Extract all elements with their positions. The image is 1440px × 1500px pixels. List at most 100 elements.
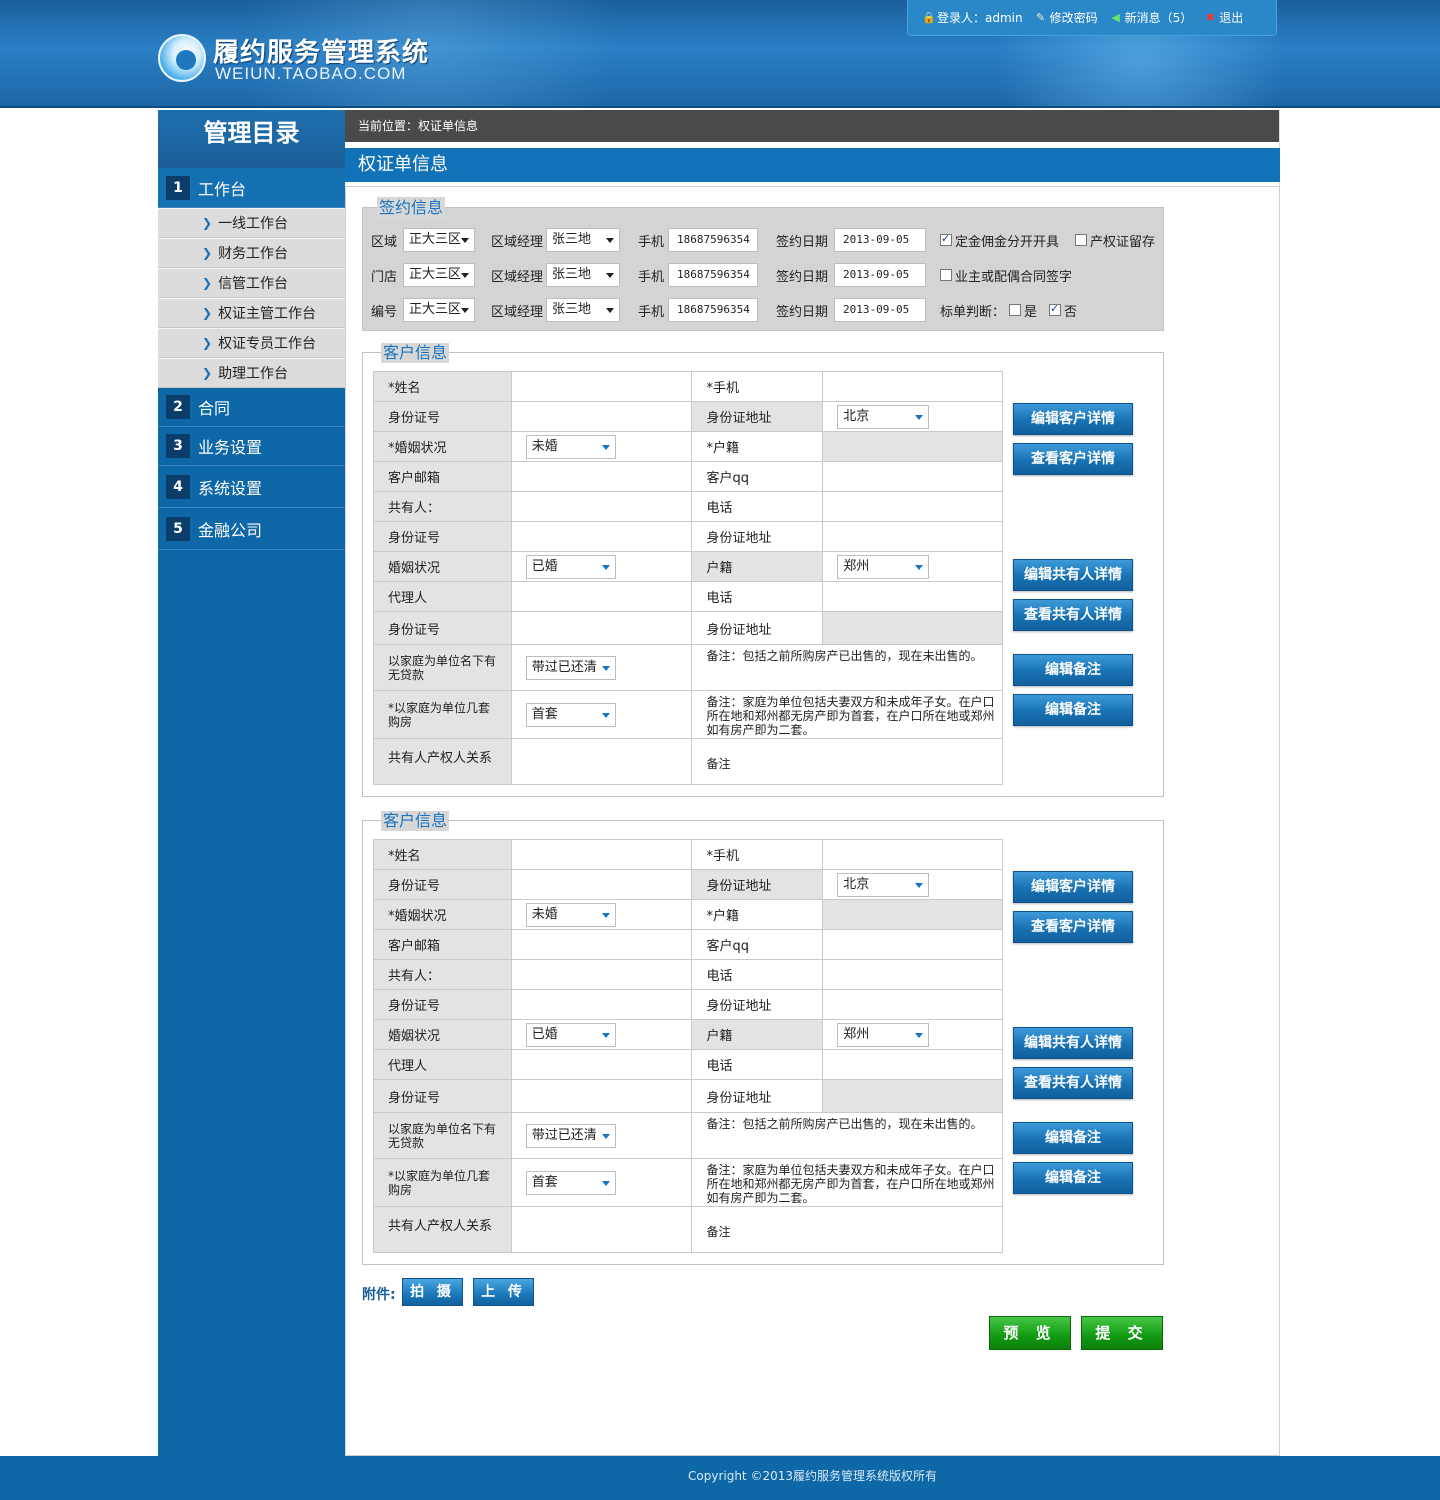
- mobile-input[interactable]: [822, 839, 1003, 870]
- qq-input[interactable]: [822, 461, 1003, 492]
- view-customer-button[interactable]: 查看客户详情: [1013, 911, 1133, 943]
- relation-input[interactable]: [510, 738, 693, 785]
- coowner-input[interactable]: [510, 491, 693, 522]
- bid-yes-checkbox[interactable]: [1009, 304, 1022, 316]
- coowner-id-input[interactable]: [510, 521, 693, 552]
- section-label: 工作台: [198, 179, 247, 199]
- bid-no-checkbox[interactable]: [1049, 302, 1062, 316]
- sign-date-input[interactable]: 2013-09-05: [834, 263, 926, 287]
- chevron-right-icon: ❯: [202, 366, 213, 380]
- house-select[interactable]: 首套: [525, 702, 616, 727]
- agent-id-input[interactable]: [510, 1079, 693, 1113]
- agent-id-address-input[interactable]: [822, 1079, 1003, 1113]
- shoot-button[interactable]: 拍 摄: [402, 1278, 463, 1306]
- coowner-id-input[interactable]: [510, 989, 693, 1020]
- certificate-checkbox[interactable]: [1075, 234, 1088, 246]
- phone-input[interactable]: 18687596354: [668, 228, 758, 252]
- edit-customer-button[interactable]: 编辑客户详情: [1013, 871, 1133, 903]
- agent-phone-input[interactable]: [822, 581, 1003, 612]
- sidebar-item-assistant[interactable]: ❯ 助理工作台: [158, 358, 345, 388]
- sidebar-item-frontline[interactable]: ❯ 一线工作台: [158, 208, 345, 238]
- sidebar-section-workbench[interactable]: 1 工作台: [158, 168, 345, 208]
- deposit-checkbox[interactable]: [940, 232, 952, 246]
- email-input[interactable]: [510, 929, 693, 960]
- name-input[interactable]: [510, 839, 693, 870]
- coowner-input[interactable]: [510, 959, 693, 990]
- agent-input[interactable]: [510, 581, 693, 612]
- house-select[interactable]: 首套: [525, 1170, 616, 1195]
- phone-input[interactable]: 18687596354: [668, 263, 758, 287]
- submit-button[interactable]: 提 交: [1081, 1316, 1163, 1350]
- id-input[interactable]: [510, 869, 693, 900]
- deposit-option[interactable]: 定金佣金分开开具: [940, 231, 1059, 250]
- region-select[interactable]: 正大三区: [403, 228, 475, 252]
- edit-note-button[interactable]: 编辑备注: [1013, 1162, 1133, 1194]
- manager-select[interactable]: 张三地: [546, 298, 620, 322]
- number-select[interactable]: 正大三区: [403, 298, 475, 322]
- name-input[interactable]: [510, 371, 693, 402]
- new-messages-link[interactable]: ◀ 新消息（5）: [1110, 9, 1192, 26]
- coowner-phone-input[interactable]: [822, 959, 1003, 990]
- bid-no-option[interactable]: 否: [1049, 301, 1077, 320]
- loan-select[interactable]: 带过已还清: [525, 655, 616, 680]
- view-coowner-button[interactable]: 查看共有人详情: [1013, 599, 1133, 631]
- edit-note-button[interactable]: 编辑备注: [1013, 1122, 1133, 1154]
- coowner-hukou-select[interactable]: 郑州: [837, 554, 930, 579]
- view-coowner-button[interactable]: 查看共有人详情: [1013, 1067, 1133, 1099]
- edit-customer-button[interactable]: 编辑客户详情: [1013, 403, 1133, 435]
- coowner-marital-select[interactable]: 已婚: [525, 554, 616, 579]
- edit-icon: ✎: [1036, 10, 1046, 24]
- coowner-hukou-select[interactable]: 郑州: [837, 1022, 930, 1047]
- edit-note-button[interactable]: 编辑备注: [1013, 694, 1133, 726]
- sidebar-section-finance-company[interactable]: 5 金融公司: [158, 508, 345, 550]
- agent-id-input[interactable]: [510, 611, 693, 645]
- relation-note: 备注: [691, 738, 1003, 785]
- logout-link[interactable]: ✖ 退出: [1204, 9, 1244, 26]
- manager-select[interactable]: 张三地: [546, 228, 620, 252]
- edit-coowner-button[interactable]: 编辑共有人详情: [1013, 559, 1133, 591]
- coowner-phone-input[interactable]: [822, 491, 1003, 522]
- hukou-input[interactable]: [822, 431, 1003, 462]
- store-select[interactable]: 正大三区: [403, 263, 475, 287]
- hukou-input[interactable]: [822, 899, 1003, 930]
- coowner-id-address-input[interactable]: [822, 521, 1003, 552]
- owner-sign-checkbox[interactable]: [940, 269, 952, 281]
- id-input[interactable]: [510, 401, 693, 432]
- edit-note-button[interactable]: 编辑备注: [1013, 654, 1133, 686]
- manager-select[interactable]: 张三地: [546, 263, 620, 287]
- coowner-id-address-input[interactable]: [822, 989, 1003, 1020]
- sidebar-item-credit[interactable]: ❯ 信管工作台: [158, 268, 345, 298]
- sidebar-section-system[interactable]: 4 系统设置: [158, 466, 345, 508]
- upload-button[interactable]: 上 传: [473, 1278, 534, 1306]
- email-input[interactable]: [510, 461, 693, 492]
- chevron-down-icon: [461, 308, 469, 313]
- sign-date-input[interactable]: 2013-09-05: [834, 298, 926, 322]
- mobile-input[interactable]: [822, 371, 1003, 402]
- sidebar-section-contract[interactable]: 2 合同: [158, 388, 345, 427]
- edit-coowner-button[interactable]: 编辑共有人详情: [1013, 1027, 1133, 1059]
- sidebar-section-business[interactable]: 3 业务设置: [158, 427, 345, 466]
- sidebar-item-warrant-supervisor[interactable]: ❯ 权证主管工作台: [158, 298, 345, 328]
- owner-sign-option[interactable]: 业主或配偶合同签字: [940, 266, 1072, 285]
- agent-phone-input[interactable]: [822, 1049, 1003, 1080]
- certificate-option[interactable]: 产权证留存: [1075, 231, 1155, 250]
- marital-select[interactable]: 未婚: [525, 902, 616, 927]
- marital-select[interactable]: 未婚: [525, 434, 616, 459]
- loan-select[interactable]: 带过已还清: [525, 1123, 616, 1148]
- relation-input[interactable]: [510, 1206, 693, 1253]
- qq-input[interactable]: [822, 929, 1003, 960]
- view-customer-button[interactable]: 查看客户详情: [1013, 443, 1133, 475]
- id-address-select[interactable]: 北京: [837, 404, 930, 429]
- preview-button[interactable]: 预 览: [989, 1316, 1071, 1350]
- sign-date-input[interactable]: 2013-09-05: [834, 228, 926, 252]
- phone-input[interactable]: 18687596354: [668, 298, 758, 322]
- sidebar-item-warrant-specialist[interactable]: ❯ 权证专员工作台: [158, 328, 345, 358]
- id-address-select[interactable]: 北京: [837, 872, 930, 897]
- agent-input[interactable]: [510, 1049, 693, 1080]
- change-password-link[interactable]: ✎ 修改密码: [1035, 9, 1098, 26]
- coowner-marital-select[interactable]: 已婚: [525, 1022, 616, 1047]
- agent-id-address-input[interactable]: [822, 611, 1003, 645]
- sidebar-item-finance[interactable]: ❯ 财务工作台: [158, 238, 345, 268]
- number-label: 编号: [371, 304, 398, 320]
- bid-yes-option[interactable]: 是: [1009, 301, 1037, 320]
